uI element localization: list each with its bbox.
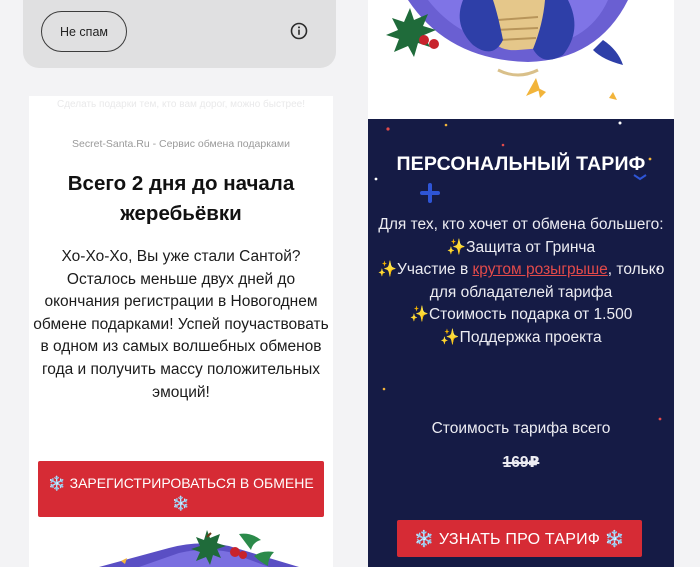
personal-tariff-panel: ПЕРСОНАЛЬНЫЙ ТАРИФ Для тех, кто хочет от…: [368, 119, 674, 567]
tariff-item-raffle: ✨Участие в крутом розыгрыше, только для …: [374, 259, 668, 304]
email-preheader: Сделать подарки тем, кто вам дорог, можн…: [57, 99, 305, 110]
spam-report-bar: Не спам: [23, 0, 336, 68]
tariff-price-label: Стоимость тарифа всего: [431, 420, 611, 437]
tariff-price: 169₽: [502, 454, 540, 471]
tariff-item-raffle-prefix: ✨Участие в: [377, 261, 473, 279]
not-spam-button[interactable]: Не спам: [41, 11, 127, 52]
learn-about-tariff-button[interactable]: ❄️ УЗНАТЬ ПРО ТАРИФ ❄️: [397, 520, 642, 557]
email-card: Сделать подарки тем, кто вам дорог, можн…: [29, 96, 333, 567]
tariff-item-gift-cost: ✨Стоимость подарка от 1.500: [409, 306, 633, 324]
email-column-left: Не спам Сделать подарки тем, кто вам дор…: [19, 0, 339, 567]
info-circle-icon[interactable]: [290, 22, 308, 40]
email-body-text: Хо-Хо-Хо, Вы уже стали Сантой? Осталось …: [33, 248, 329, 401]
raffle-link[interactable]: крутом розыгрыше: [473, 261, 608, 278]
email-column-right: ПЕРСОНАЛЬНЫЙ ТАРИФ Для тех, кто хочет от…: [350, 0, 692, 567]
holly-illustration: [99, 530, 299, 567]
tariff-item-support: ✨Поддержка проекта: [440, 328, 602, 346]
register-button[interactable]: ❄️ ЗАРЕГИСТРИРОВАТЬСЯ В ОБМЕНЕ ❄️: [38, 461, 324, 517]
tariff-title: ПЕРСОНАЛЬНЫЙ ТАРИФ: [396, 153, 646, 175]
tariff-intro: Для тех, кто хочет от обмена большего:: [378, 216, 664, 233]
sender-line: Secret-Santa.Ru - Сервис обмена подаркам…: [72, 138, 290, 150]
tariff-description: Для тех, кто хочет от обмена большего: ✨…: [374, 214, 668, 350]
santa-mittens-illustration: [368, 0, 674, 119]
tariff-item-grinch: ✨Защита от Гринча: [446, 238, 596, 256]
email-headline: Всего 2 дня до начала жеребьёвки: [67, 172, 295, 225]
